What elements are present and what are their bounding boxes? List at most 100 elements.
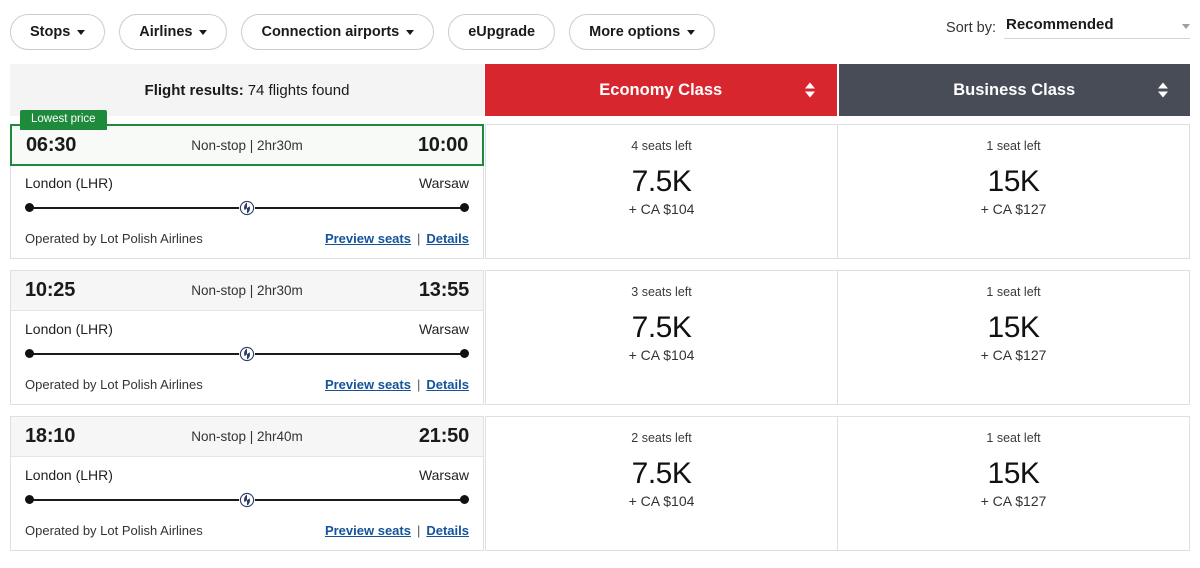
filter-button-airlines[interactable]: Airlines [119, 14, 228, 50]
economy-points-price: 7.5K [631, 311, 692, 344]
details-link[interactable]: Details [426, 377, 469, 392]
sort-by-select[interactable]: Recommended [1004, 16, 1190, 39]
flight-card-footer: Operated by Lot Polish Airlines Preview s… [11, 217, 483, 258]
airline-emblem-icon [239, 200, 255, 216]
sort-toggle-icon[interactable] [1158, 82, 1168, 98]
origin-airport: London (LHR) [25, 321, 113, 337]
flight-time-strip: 06:30 Non-stop | 2hr30m 10:00 [10, 124, 484, 166]
flight-time-strip: 10:25 Non-stop | 2hr30m 13:55 [11, 271, 483, 311]
lowest-price-badge: Lowest price [20, 110, 107, 130]
business-points-price: 15K [987, 311, 1040, 344]
preview-seats-link[interactable]: Preview seats [325, 231, 411, 246]
economy-cash-surcharge: + CA $104 [628, 347, 695, 363]
route-line [25, 345, 469, 363]
business-class-column-header[interactable]: Business Class [838, 64, 1190, 116]
origin-dot [25, 349, 34, 358]
flight-card-links: Preview seats | Details [325, 523, 469, 538]
filter-button-label: eUpgrade [468, 24, 536, 40]
business-seats-left: 1 seat left [986, 139, 1041, 153]
filter-button-more-options[interactable]: More options [569, 14, 716, 50]
preview-seats-link[interactable]: Preview seats [325, 377, 411, 392]
flight-result-row: Lowest price 06:30 Non-stop | 2hr30m 10:00 L… [10, 110, 1190, 259]
economy-class-label: Economy Class [599, 80, 723, 99]
flight-results-label: Flight results: [144, 81, 244, 99]
departure-time: 06:30 [26, 133, 77, 156]
flight-result-row: 18:10 Non-stop | 2hr40m 21:50 London (LHR) W… [10, 416, 1190, 551]
arrival-time: 10:00 [417, 133, 468, 156]
economy-class-column-header[interactable]: Economy Class [485, 64, 837, 116]
economy-seats-left: 4 seats left [631, 139, 692, 153]
link-separator: | [416, 377, 421, 392]
sort-toggle-icon[interactable] [804, 82, 815, 98]
operating-airline: Operated by Lot Polish Airlines [25, 231, 203, 246]
details-link[interactable]: Details [426, 523, 469, 538]
chevron-down-icon [77, 29, 86, 35]
flight-card[interactable]: 18:10 Non-stop | 2hr40m 21:50 London (LHR) W… [10, 416, 484, 551]
origin-dot [25, 203, 34, 212]
chevron-down-icon [406, 29, 415, 35]
economy-price-cell[interactable]: 4 seats left 7.5K + CA $104 [485, 124, 838, 259]
flight-results-summary: Flight results: 74 flights found [10, 64, 484, 116]
business-seats-left: 1 seat left [986, 285, 1041, 299]
link-separator: | [416, 523, 421, 538]
departure-time: 18:10 [25, 425, 76, 447]
route-cities: London (LHR) Warsaw [25, 321, 469, 337]
arrival-time: 13:55 [418, 279, 469, 301]
economy-points-price: 7.5K [631, 457, 692, 490]
business-cash-surcharge: + CA $127 [980, 493, 1047, 509]
flight-results-count: 74 flights found [247, 81, 350, 99]
filter-button-label: Connection airports [261, 24, 400, 40]
flight-card[interactable]: 10:25 Non-stop | 2hr30m 13:55 London (LHR) W… [10, 270, 484, 405]
operating-airline: Operated by Lot Polish Airlines [25, 523, 203, 538]
business-price-cell[interactable]: 1 seat left 15K + CA $127 [838, 416, 1190, 551]
filter-button-stops[interactable]: Stops [10, 14, 106, 50]
route-block: London (LHR) Warsaw [11, 311, 483, 363]
business-price-cell[interactable]: 1 seat left 15K + CA $127 [838, 270, 1190, 405]
destination-dot [460, 349, 469, 358]
origin-airport: London (LHR) [25, 467, 113, 483]
filter-toolbar: Stops Airlines Connection airports eUpgrade… [0, 0, 1200, 64]
flight-time-strip: 18:10 Non-stop | 2hr40m 21:50 [11, 417, 483, 457]
economy-cash-surcharge: + CA $104 [628, 201, 695, 217]
airline-emblem-icon [239, 492, 255, 508]
economy-seats-left: 3 seats left [631, 285, 692, 299]
route-cities: London (LHR) Warsaw [25, 467, 469, 483]
economy-price-cell[interactable]: 2 seats left 7.5K + CA $104 [485, 416, 838, 551]
destination-dot [460, 203, 469, 212]
economy-price-cell[interactable]: 3 seats left 7.5K + CA $104 [485, 270, 838, 405]
destination-airport: Warsaw [418, 321, 469, 337]
chevron-down-icon [687, 29, 696, 35]
filter-button-label: More options [589, 24, 681, 40]
filter-button-label: Stops [30, 24, 71, 40]
destination-airport: Warsaw [418, 175, 469, 191]
operating-airline: Operated by Lot Polish Airlines [25, 377, 203, 392]
chevron-down-icon [199, 29, 208, 35]
business-class-label: Business Class [953, 80, 1076, 99]
economy-points-price: 7.5K [631, 165, 692, 198]
departure-time: 10:25 [25, 279, 76, 301]
stops-and-duration: Non-stop | 2hr30m [191, 283, 303, 298]
results-header-row: Flight results: 74 flights found Economy… [10, 64, 1190, 116]
stops-and-duration: Non-stop | 2hr30m [191, 137, 303, 153]
economy-cash-surcharge: + CA $104 [628, 493, 695, 509]
flight-results-list: Lowest price 06:30 Non-stop | 2hr30m 10:00 L… [10, 110, 1190, 551]
arrival-time: 21:50 [418, 425, 469, 447]
stops-and-duration: Non-stop | 2hr40m [191, 429, 303, 444]
business-cash-surcharge: + CA $127 [980, 347, 1047, 363]
route-block: London (LHR) Warsaw [11, 457, 483, 509]
destination-dot [460, 495, 469, 504]
details-link[interactable]: Details [426, 231, 469, 246]
sort-by-value: Recommended [1006, 16, 1114, 33]
sort-by-control: Sort by: Recommended [946, 16, 1190, 39]
filter-button-eupgrade[interactable]: eUpgrade [448, 14, 556, 50]
business-price-cell[interactable]: 1 seat left 15K + CA $127 [838, 124, 1190, 259]
sort-by-label: Sort by: [946, 20, 996, 36]
filter-button-label: Airlines [139, 24, 193, 40]
chevron-down-icon [1182, 24, 1190, 29]
airline-emblem-icon [239, 346, 255, 362]
route-block: London (LHR) Warsaw [11, 165, 483, 217]
route-line [25, 199, 469, 217]
filter-button-connection-airports[interactable]: Connection airports [241, 14, 435, 50]
preview-seats-link[interactable]: Preview seats [325, 523, 411, 538]
flight-card[interactable]: 06:30 Non-stop | 2hr30m 10:00 London (LHR) W… [10, 124, 484, 259]
